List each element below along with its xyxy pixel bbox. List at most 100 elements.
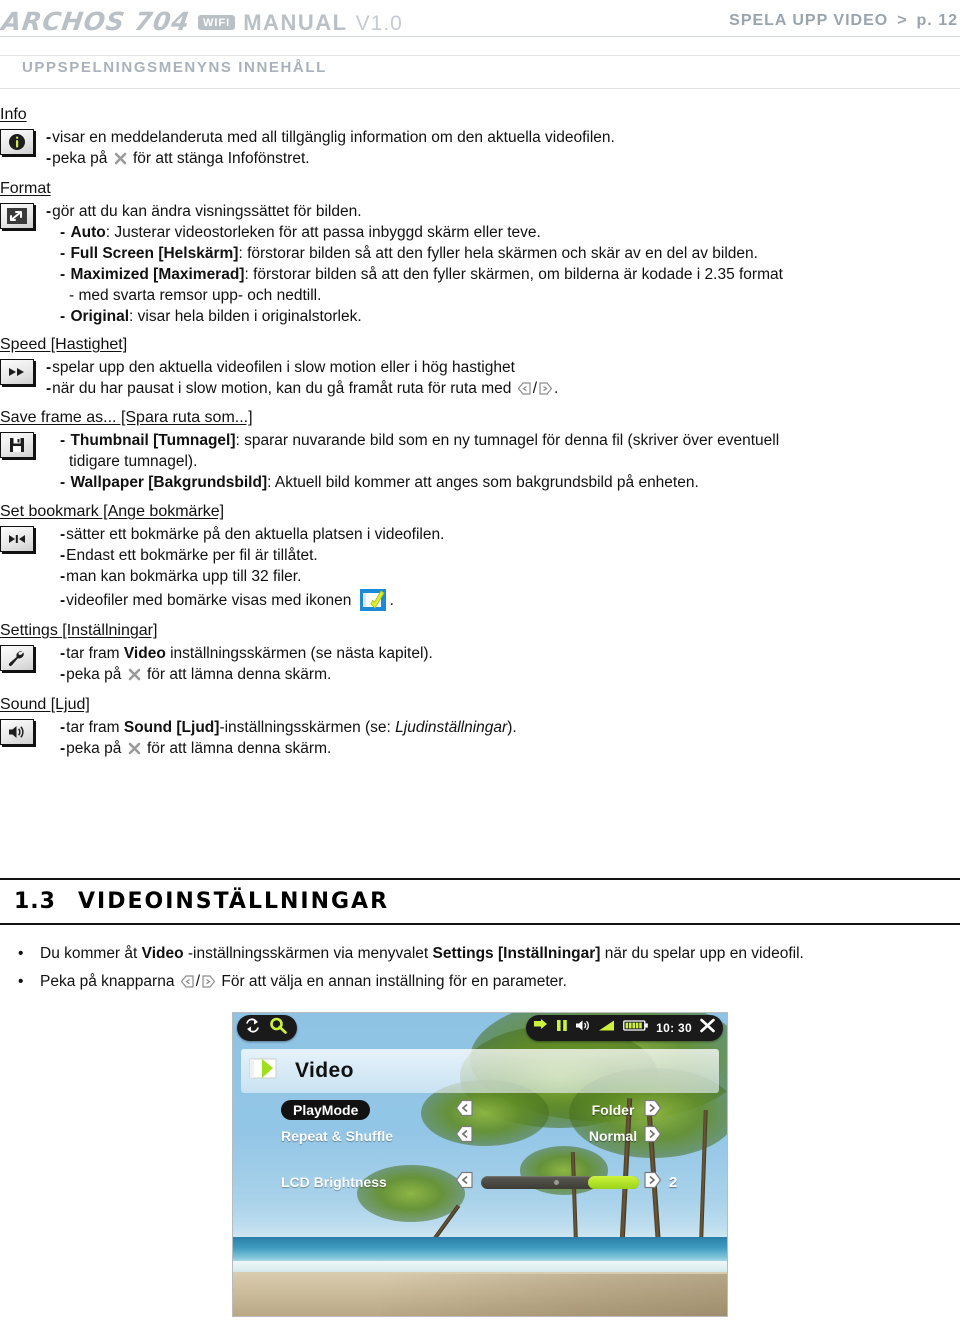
- line-bold: Full Screen [Helskärm]: [70, 245, 239, 262]
- lines-cell: -sätter ett bokmärke på den aktuella pla…: [46, 524, 960, 614]
- format-resize-icon: [0, 203, 34, 229]
- line-text: ).: [507, 719, 517, 736]
- bullet-text-part: Peka på knapparna: [40, 973, 179, 990]
- close-x-icon: [114, 150, 127, 165]
- arrow-left-button-icon[interactable]: [455, 1171, 474, 1194]
- line-item: -tar fram Sound [Ljud]-inställningsskärm…: [60, 719, 517, 736]
- menu-block-format: Format -gör att du kan ändra visningssät…: [0, 178, 960, 327]
- background-sand-shadow: [381, 1273, 727, 1316]
- menu-block-speed: Speed [Hastighet] -spelar upp den aktuel…: [0, 334, 960, 399]
- line-bold: Maximized [Maximerad]: [70, 266, 245, 283]
- brand-block: ARCHOS 704 WIFI MANUAL V1.0: [0, 6, 403, 36]
- settings-gear-icon[interactable]: [269, 1017, 288, 1039]
- device-option-row-repeat-shuffle[interactable]: Repeat & Shuffle Normal: [233, 1125, 727, 1147]
- brand-archos-label: ARCHOS 704: [0, 6, 193, 36]
- arrow-left-button-icon[interactable]: [455, 1125, 474, 1148]
- arrow-right-button-icon[interactable]: [643, 1125, 662, 1148]
- section-rule-top: [0, 55, 960, 56]
- bullet-text-part: Du kommer åt: [40, 945, 142, 962]
- breadcrumb-page: p. 12: [916, 12, 958, 29]
- line-item: -peka på för att lämna denna skärm.: [60, 666, 332, 683]
- line-item: -man kan bokmärka upp till 32 filer.: [60, 568, 302, 585]
- video-play-icon: [249, 1056, 285, 1087]
- option-label-lcd-brightness[interactable]: LCD Brightness: [281, 1174, 387, 1190]
- icon-cell: [0, 643, 46, 671]
- arrow-right-button-icon[interactable]: [643, 1171, 662, 1194]
- line-item: -Endast ett bokmärke per fil är tillåtet…: [60, 547, 318, 564]
- signal-icon: [598, 1019, 616, 1037]
- menu-block-sound: Sound [Ljud] -tar fram Sound [Ljud]-inst…: [0, 694, 960, 759]
- page-header: ARCHOS 704 WIFI MANUAL V1.0 SPELA UPP VI…: [0, 6, 960, 36]
- bookmark-file-icon: [358, 587, 388, 613]
- device-selected-row[interactable]: Video: [241, 1049, 719, 1093]
- line-text: videofiler med bomärke visas med ikonen: [66, 592, 356, 609]
- menu-block-save-frame-as: Save frame as... [Spara ruta som...] - T…: [0, 407, 960, 493]
- lines-cell: -spelar upp den aktuella videofilen i sl…: [46, 357, 960, 399]
- line-text: - med svarta remsor upp- och nedtill.: [69, 287, 322, 304]
- line-bold: Original: [70, 308, 130, 325]
- block-title-settings: Settings [Inställningar]: [0, 622, 158, 639]
- repeat-icon[interactable]: [244, 1018, 261, 1038]
- line-text: .: [389, 592, 394, 609]
- arrow-right-button-icon[interactable]: [643, 1099, 662, 1122]
- list-item: • Du kommer åt Video -inställningsskärme…: [14, 940, 960, 968]
- block-title-info: Info: [0, 106, 27, 123]
- line-text: tar fram: [66, 719, 124, 736]
- line-italic: Ljudinställningar: [395, 719, 508, 736]
- line-item: - Thumbnail [Tumnagel]: sparar nuvarande…: [60, 432, 780, 449]
- arrow-left-button-icon[interactable]: [455, 1099, 474, 1122]
- bullet-text-bold: Video: [141, 945, 184, 962]
- line-item: tidigare tumnagel).: [46, 451, 960, 472]
- block-title-set-bookmark: Set bookmark [Ange bokmärke]: [0, 503, 225, 520]
- device-option-row-playmode[interactable]: PlayMode Folder: [233, 1099, 727, 1121]
- line-bold: Auto: [70, 224, 106, 241]
- line-text: -inställningsskärmen (se:: [219, 719, 396, 736]
- icon-cell: [0, 127, 46, 155]
- slider-knob[interactable]: [553, 1179, 559, 1185]
- option-label-playmode[interactable]: PlayMode: [281, 1100, 371, 1120]
- line-item: -när du har pausat i slow motion, kan du…: [46, 380, 559, 397]
- line-bold: Wallpaper [Bakgrundsbild]: [70, 474, 268, 491]
- arrow-right-button-icon: [538, 381, 553, 396]
- chapter-bullet-list: • Du kommer åt Video -inställningsskärme…: [0, 940, 960, 996]
- slash-separator: /: [195, 973, 201, 990]
- chapter-title: VIDEOINSTÄLLNINGAR: [77, 889, 390, 914]
- version-label: V1.0: [355, 11, 403, 35]
- bullet-text-part: -inställningsskärmen via menyvalet: [183, 945, 433, 962]
- line-text: man kan bokmärka upp till 32 filer.: [66, 568, 302, 585]
- line-text: gör att du kan ändra visningssättet för …: [52, 203, 362, 220]
- lines-cell: -tar fram Video inställningsskärmen (se …: [46, 643, 960, 685]
- option-value-playmode: Folder: [591, 1102, 635, 1118]
- line-item: - Original: visar hela bilden i original…: [60, 308, 362, 325]
- bullet-text-part: när du spelar upp en videofil.: [600, 945, 804, 962]
- bullet-marker: •: [18, 973, 24, 990]
- clock-time: 10: 30: [656, 1021, 692, 1035]
- device-option-row-lcd-brightness[interactable]: LCD Brightness 2: [233, 1171, 727, 1193]
- line-item: -gör att du kan ändra visningssättet för…: [46, 203, 362, 220]
- line-item: - Auto: Justerar videostorleken för att …: [60, 224, 541, 241]
- lines-cell: -tar fram Sound [Ljud]-inställningsskärm…: [46, 717, 960, 759]
- menu-block-info: Info -visar en meddelanderuta med all ti…: [0, 104, 960, 169]
- line-bold: Video: [123, 645, 166, 662]
- line-text: : sparar nuvarande bild som en ny tumnag…: [235, 432, 780, 449]
- close-x-icon: [128, 666, 141, 681]
- line-text: spelar upp den aktuella videofilen i slo…: [52, 359, 515, 376]
- line-bold: Sound [Ljud]: [123, 719, 220, 736]
- line-text: peka på: [52, 150, 112, 167]
- menu-content: Info -visar en meddelanderuta med all ti…: [0, 104, 960, 759]
- option-label-repeat-shuffle[interactable]: Repeat & Shuffle: [281, 1128, 393, 1144]
- section-title: UPPSPELNINGSMENYNS INNEHÅLL: [22, 59, 327, 76]
- section-rule-bottom: [0, 88, 960, 89]
- lcd-brightness-slider[interactable]: [481, 1175, 639, 1189]
- line-text: peka på: [66, 666, 126, 683]
- info-icon: [0, 129, 34, 155]
- close-x-icon[interactable]: [699, 1018, 716, 1038]
- line-bold: Thumbnail [Tumnagel]: [70, 432, 236, 449]
- breadcrumb-section: SPELA UPP VIDEO: [729, 12, 889, 29]
- line-text: : förstorar bilden så att den fyller skä…: [244, 266, 783, 283]
- device-screenshot: 10: 30 Video PlayMode Folder Repeat & Sh…: [232, 1012, 728, 1317]
- line-text: för att stänga Infofönstret.: [128, 150, 310, 167]
- block-title-sound: Sound [Ljud]: [0, 696, 90, 713]
- line-item: -visar en meddelanderuta med all tillgän…: [46, 129, 615, 146]
- fast-forward-icon: [0, 359, 34, 385]
